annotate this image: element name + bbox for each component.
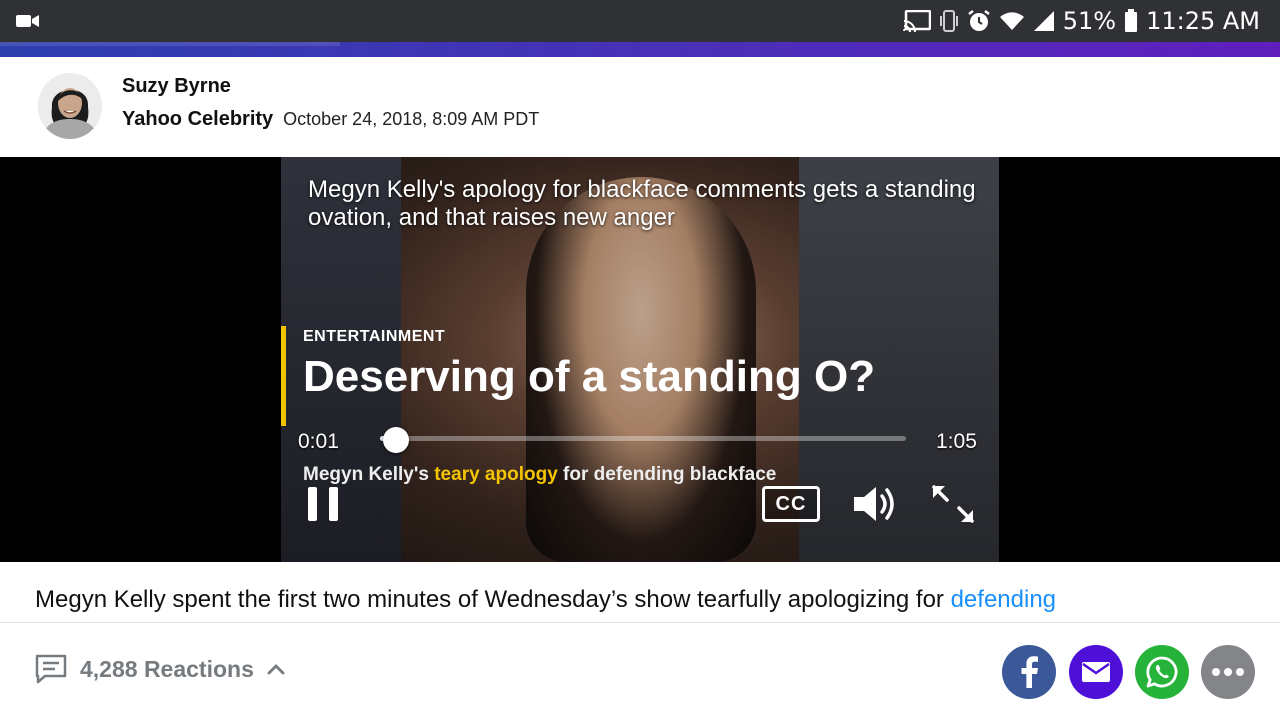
- reactions-share-bar: 4,288 Reactions: [0, 622, 1280, 720]
- subline-text-end: for defending blackface: [557, 464, 777, 485]
- video-title: Megyn Kelly's apology for blackface comm…: [308, 176, 976, 231]
- duration: 1:05: [936, 430, 977, 453]
- article-text: Megyn Kelly spent the first two minutes …: [35, 586, 951, 613]
- publish-date: October 24, 2018, 8:09 AM PDT: [283, 109, 540, 129]
- author-name[interactable]: Suzy Byrne: [122, 75, 231, 98]
- battery-percent: 51%: [1062, 7, 1117, 35]
- author-avatar[interactable]: [38, 73, 102, 139]
- video-category: ENTERTAINMENT: [303, 328, 446, 345]
- facebook-icon: [1021, 656, 1038, 688]
- fullscreen-icon[interactable]: [931, 484, 975, 524]
- closed-captions-icon[interactable]: CC: [762, 486, 820, 522]
- pause-icon[interactable]: [306, 485, 340, 523]
- share-facebook-button[interactable]: [1002, 645, 1056, 699]
- share-more-button[interactable]: [1201, 645, 1255, 699]
- volume-icon[interactable]: [852, 484, 898, 524]
- video-subline: Megyn Kelly's teary apology for defendin…: [303, 464, 776, 486]
- signal-icon: [1033, 11, 1054, 31]
- clock: 11:25 AM: [1146, 7, 1260, 35]
- seek-handle[interactable]: [382, 427, 409, 453]
- current-time: 0:01: [298, 430, 339, 453]
- video-headline: Deserving of a standing O?: [303, 352, 876, 401]
- reactions-count: 4,288 Reactions: [80, 655, 254, 682]
- whatsapp-icon: [1146, 656, 1178, 688]
- comment-icon: [35, 654, 67, 684]
- article-link-defending[interactable]: defending: [951, 586, 1056, 613]
- email-icon: [1082, 662, 1110, 682]
- vibrate-icon: [939, 10, 958, 32]
- article-byline: Suzy Byrne Yahoo Celebrity October 24, 2…: [0, 57, 1280, 157]
- battery-icon: [1125, 9, 1138, 32]
- status-icons: 51% 11:25 AM: [902, 6, 1260, 36]
- video-camera-icon: [16, 15, 39, 27]
- subline-text: Megyn Kelly's: [303, 464, 435, 485]
- publisher-name[interactable]: Yahoo Celebrity: [122, 108, 273, 131]
- alarm-icon: [967, 10, 990, 31]
- subline-highlight: teary apology: [434, 464, 558, 485]
- lower-third-accent: [281, 326, 286, 426]
- wifi-icon: [999, 12, 1024, 30]
- chevron-up-icon: [267, 664, 285, 675]
- share-email-button[interactable]: [1069, 645, 1123, 699]
- article-first-line: Megyn Kelly spent the first two minutes …: [35, 586, 1056, 614]
- reactions-toggle[interactable]: 4,288 Reactions: [34, 653, 286, 685]
- status-bar: 51% 11:25 AM: [0, 0, 1280, 42]
- more-icon: [1212, 668, 1244, 676]
- cc-label: CC: [775, 492, 807, 515]
- share-whatsapp-button[interactable]: [1135, 645, 1189, 699]
- seek-bar[interactable]: [380, 436, 906, 441]
- cast-icon: [902, 10, 931, 32]
- header-accent-bar: [0, 42, 1280, 57]
